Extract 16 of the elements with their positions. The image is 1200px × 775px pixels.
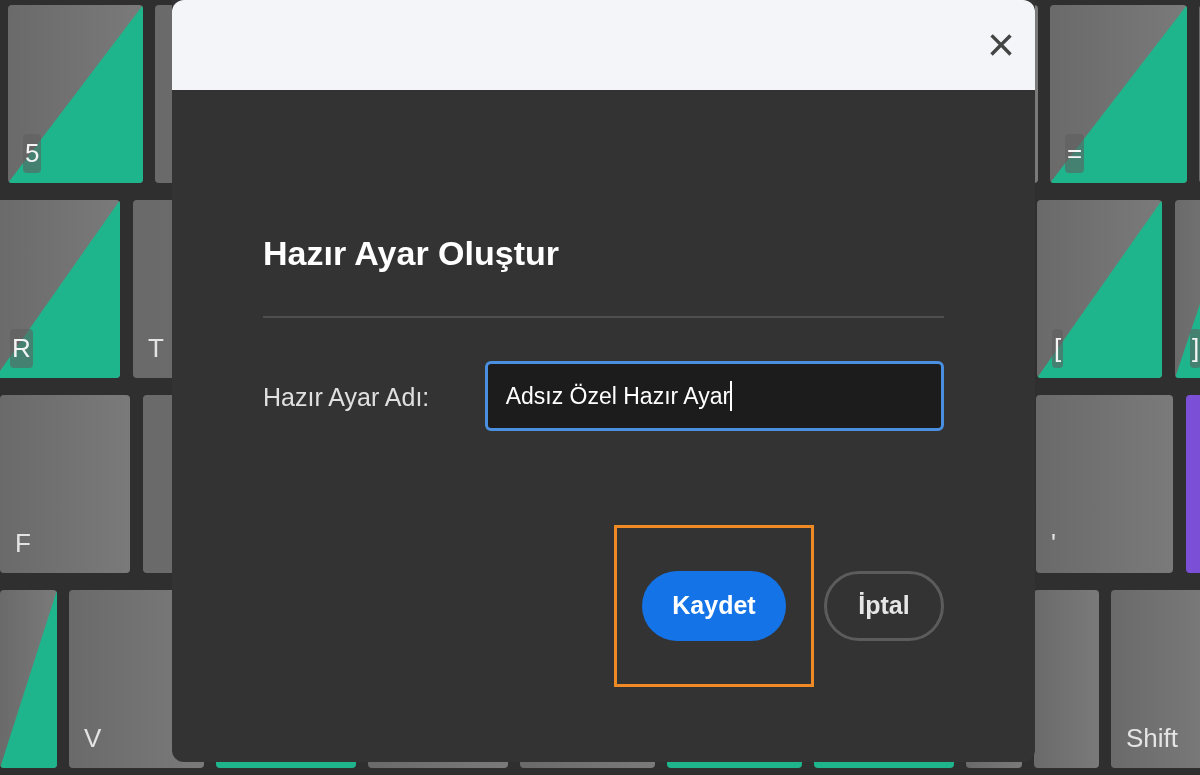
key-label: 5 (23, 134, 42, 173)
key-label: ] (1190, 329, 1200, 368)
cancel-button[interactable]: İptal (824, 571, 944, 641)
key-label: R (10, 329, 33, 368)
key-label: V (84, 722, 102, 755)
field-label: Hazır Ayar Adı: (263, 382, 431, 414)
key-label: = (1065, 134, 1085, 173)
key-label: F (15, 527, 31, 560)
key-label: Shift (1126, 722, 1179, 755)
name-input-field[interactable]: Adsız Özel Hazır Ayar (484, 361, 944, 431)
key-label: [ (1052, 329, 1064, 368)
key-label: T (148, 332, 164, 365)
key-label: ' (1051, 527, 1056, 560)
close-button[interactable]: × (986, 21, 1015, 69)
dialog-title: Hazır Ayar Oluştur (263, 233, 560, 274)
save-button[interactable]: Kaydet (642, 571, 786, 641)
